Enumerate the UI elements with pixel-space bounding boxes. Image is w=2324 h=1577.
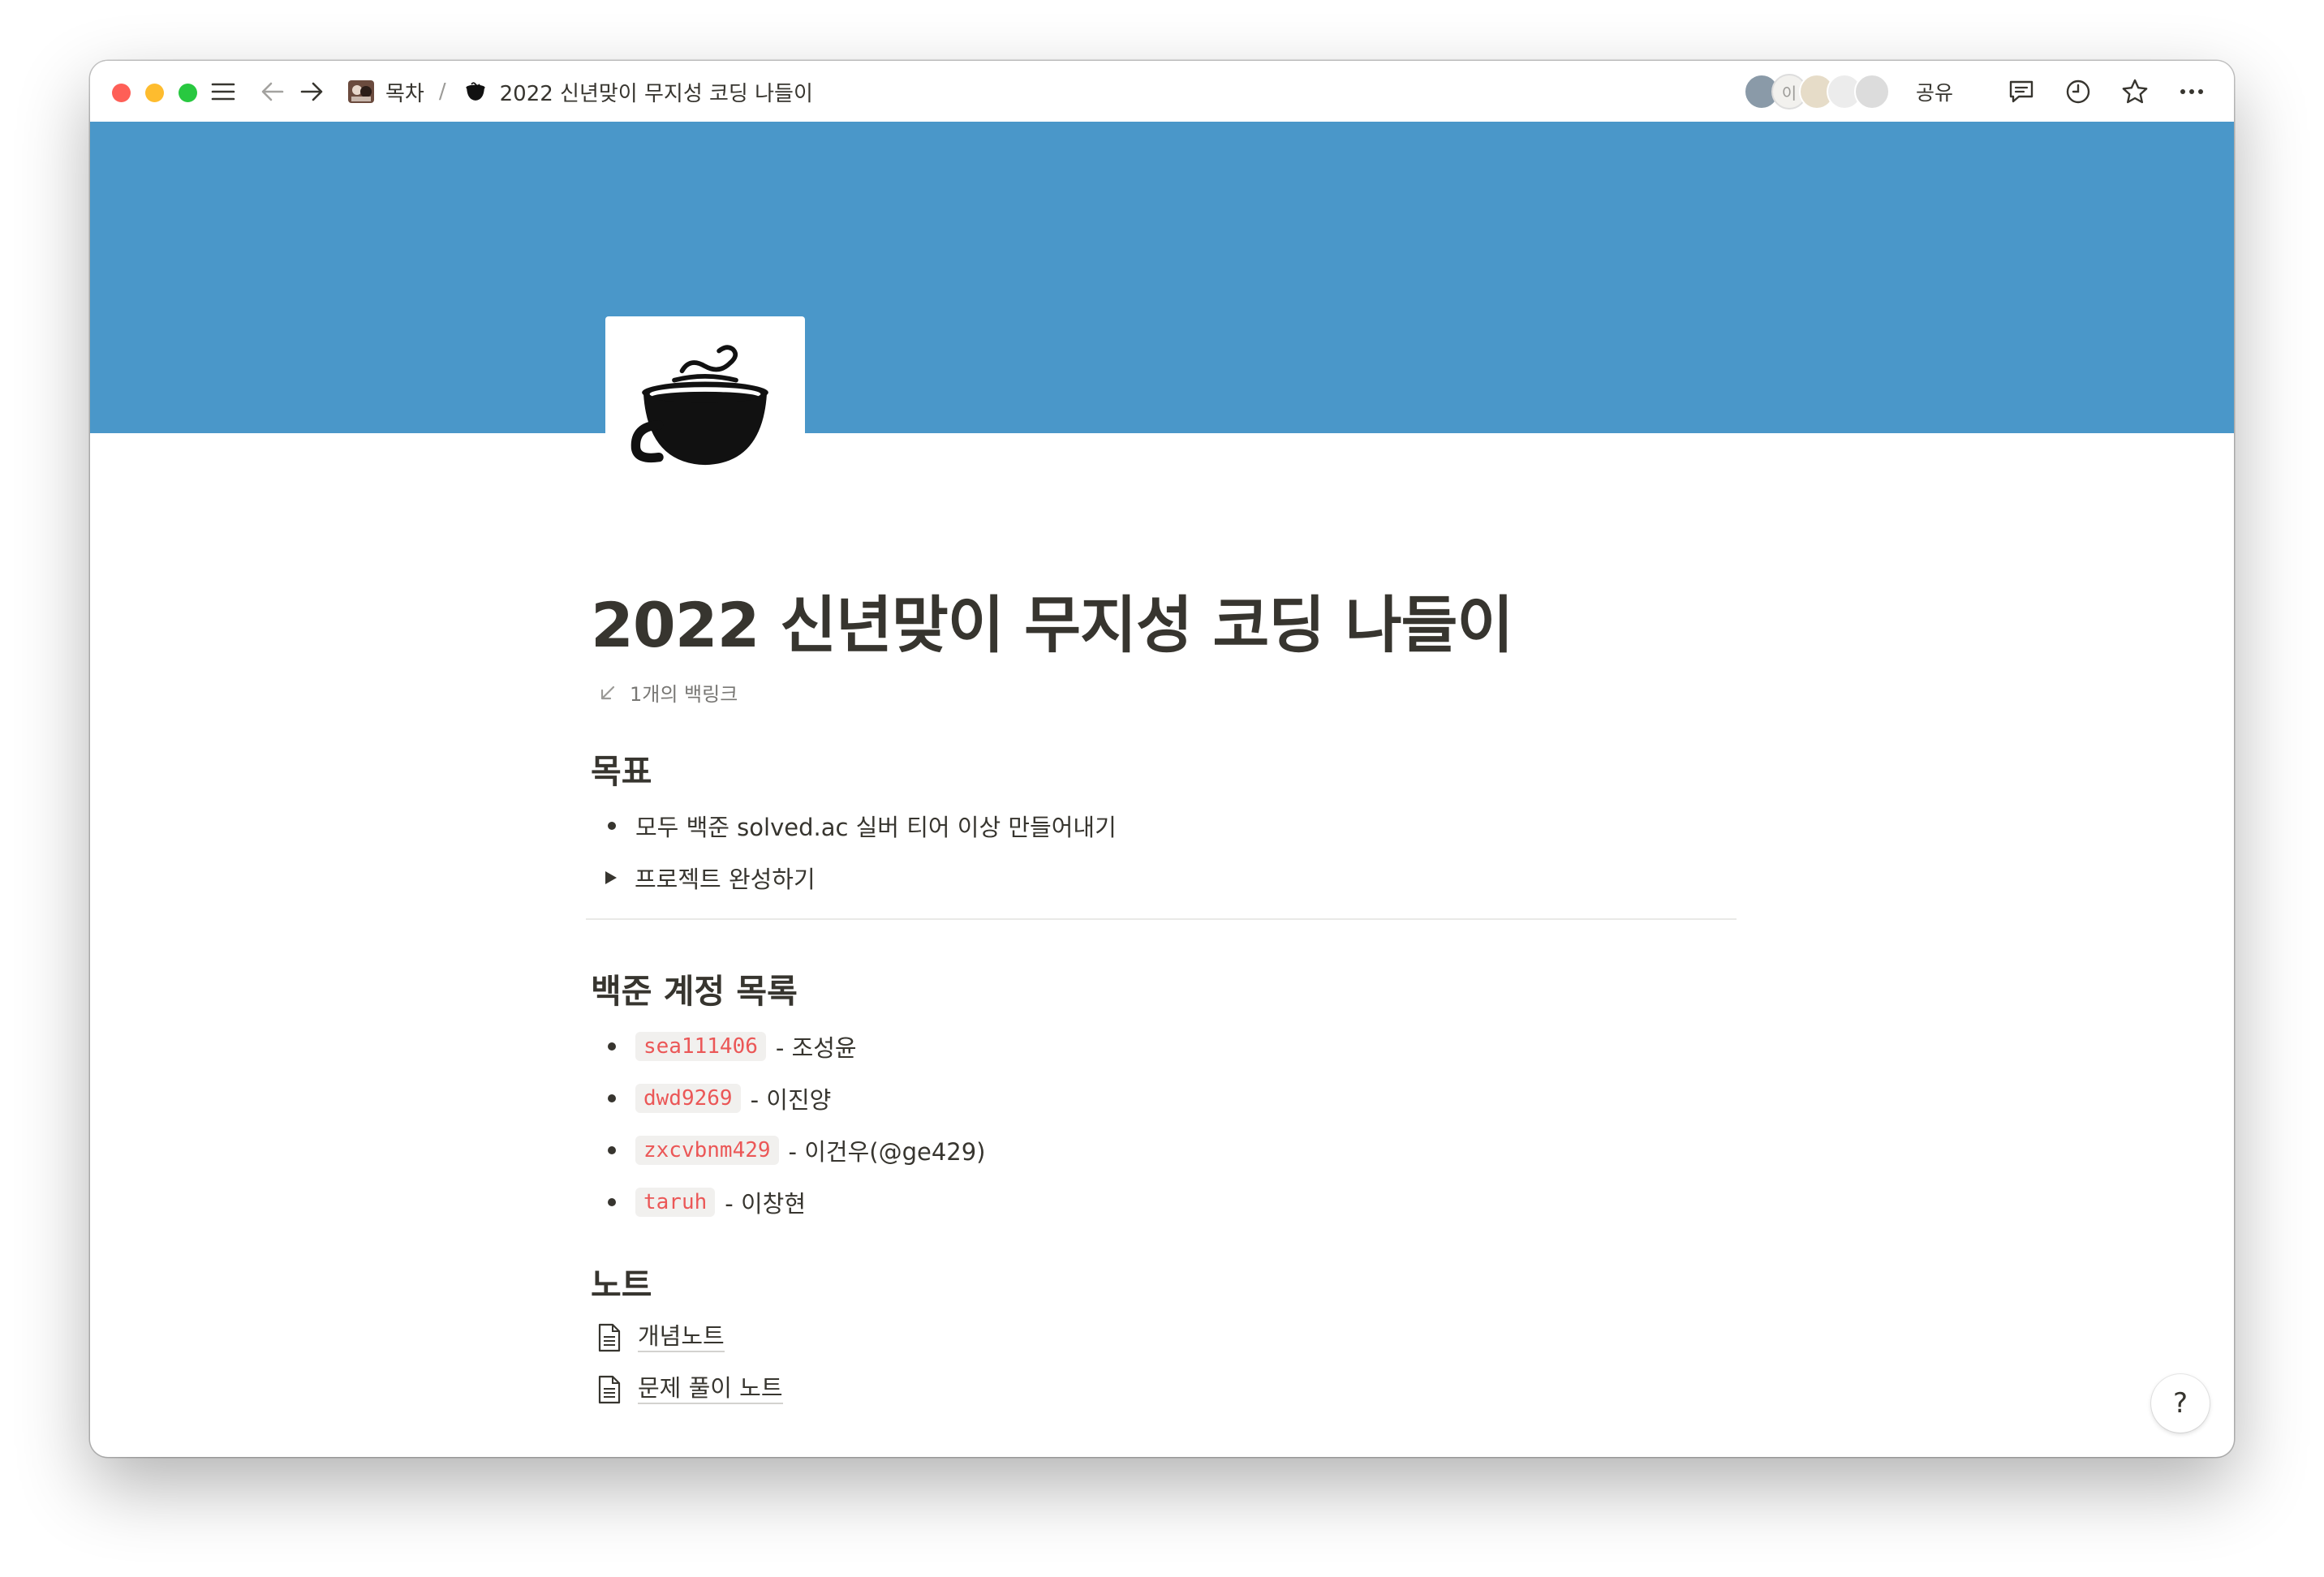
bullet-dot: [608, 822, 616, 831]
document-icon: [598, 1375, 621, 1404]
star-icon[interactable]: [2117, 74, 2153, 110]
bullet-dot: [608, 1042, 616, 1051]
bullet-dot: [608, 1094, 616, 1102]
coffee-cup-icon[interactable]: [605, 316, 805, 495]
page-title[interactable]: 2022 신년맞이 무지성 코딩 나들이: [591, 588, 1743, 662]
page-link-label: 개념노트: [638, 1323, 725, 1352]
close-window-button[interactable]: [112, 84, 131, 102]
parent-page-icon: [346, 77, 376, 106]
list-item[interactable]: zxcvbnm429 - 이건우(@ge429): [591, 1124, 1743, 1176]
page-link[interactable]: 문제 풀이 노트: [591, 1364, 1743, 1416]
document-icon: [598, 1323, 621, 1352]
back-arrow-icon[interactable]: [260, 79, 286, 105]
inline-code: zxcvbnm429: [635, 1135, 779, 1165]
goal-list: 모두 백준 solved.ac 실버 티어 이상 만들어내기 프로젝트 완성하기: [591, 800, 1743, 904]
inline-code: taruh: [635, 1187, 716, 1217]
page-content: 2022 신년맞이 무지성 코딩 나들이 1개의 백링크 목표 모두 백준 so…: [586, 588, 1743, 1416]
section-heading: 목표: [591, 752, 652, 792]
collaborator-avatars[interactable]: 이: [1743, 74, 1890, 110]
backlink-arrow-icon: [600, 685, 615, 699]
divider: [586, 918, 1737, 921]
page-link[interactable]: 개념노트: [591, 1312, 1743, 1364]
zoom-window-button[interactable]: [179, 84, 197, 102]
bullet-dot: [608, 1145, 616, 1154]
list-item[interactable]: sea111406 - 조성윤: [591, 1021, 1743, 1072]
avatar[interactable]: [1853, 74, 1890, 110]
topbar-actions: 이 공유: [1743, 72, 2210, 111]
page-cover[interactable]: [90, 122, 2234, 433]
forward-arrow-icon[interactable]: [299, 79, 325, 105]
more-icon[interactable]: [2174, 74, 2210, 110]
share-button[interactable]: 공유: [1916, 77, 1953, 106]
window-controls: [112, 84, 197, 102]
inline-code: sea111406: [635, 1031, 766, 1061]
clock-icon[interactable]: [2060, 74, 2096, 110]
list-item-text: - 이건우(@ge429): [788, 1137, 986, 1166]
list-item-text: - 이창현: [725, 1189, 807, 1218]
list-item[interactable]: 모두 백준 solved.ac 실버 티어 이상 만들어내기: [591, 800, 1743, 852]
inline-code: dwd9269: [635, 1083, 741, 1113]
app-window: 목차 / 2022 신년맞이 무지성 코딩 나들이 이 공유 2022 신년맞이…: [90, 61, 2234, 1457]
list-item[interactable]: taruh - 이창현: [591, 1176, 1743, 1228]
coffee-cup-icon: [461, 77, 490, 106]
minimize-window-button[interactable]: [145, 84, 164, 102]
accounts-list: sea111406 - 조성윤 dwd9269 - 이진양 zxcvbnm429…: [591, 1021, 1743, 1228]
notes-section: 노트 개념노트 문제 풀이 노트: [591, 1264, 1743, 1416]
comment-icon[interactable]: [2003, 74, 2039, 110]
goal-section: 목표 모두 백준 solved.ac 실버 티어 이상 만들어내기 프로젝트 완…: [586, 750, 1743, 921]
list-item[interactable]: dwd9269 - 이진양: [591, 1072, 1743, 1124]
breadcrumb-current[interactable]: 2022 신년맞이 무지성 코딩 나들이: [500, 77, 813, 107]
list-item-text: 모두 백준 solved.ac 실버 티어 이상 만들어내기: [635, 814, 1117, 842]
breadcrumb-parent[interactable]: 목차: [385, 77, 424, 107]
accounts-section: 백준 계정 목록 sea111406 - 조성윤 dwd9269 - 이진양 z…: [591, 970, 1743, 1227]
backlinks[interactable]: 1개의 백링크: [591, 678, 1743, 707]
list-item-text: - 조성윤: [775, 1033, 857, 1062]
page-link-label: 문제 풀이 노트: [638, 1375, 783, 1404]
toggle-triangle-icon[interactable]: [605, 871, 617, 885]
toggle-text: 프로젝트 완성하기: [635, 866, 816, 894]
notes-links: 개념노트 문제 풀이 노트: [591, 1312, 1743, 1416]
titlebar: 목차 / 2022 신년맞이 무지성 코딩 나들이 이 공유: [90, 61, 2234, 122]
backlinks-label: 1개의 백링크: [630, 683, 738, 707]
section-heading: 백준 계정 목록: [591, 972, 798, 1012]
menu-icon[interactable]: [210, 79, 236, 105]
section-heading: 노트: [591, 1265, 652, 1304]
bullet-dot: [608, 1197, 616, 1206]
help-button[interactable]: ?: [2151, 1374, 2210, 1433]
toggle-item[interactable]: 프로젝트 완성하기: [591, 852, 1743, 904]
breadcrumb-separator: /: [438, 79, 446, 104]
breadcrumb: 목차 / 2022 신년맞이 무지성 코딩 나들이: [346, 75, 813, 108]
list-item-text: - 이진양: [750, 1085, 832, 1114]
